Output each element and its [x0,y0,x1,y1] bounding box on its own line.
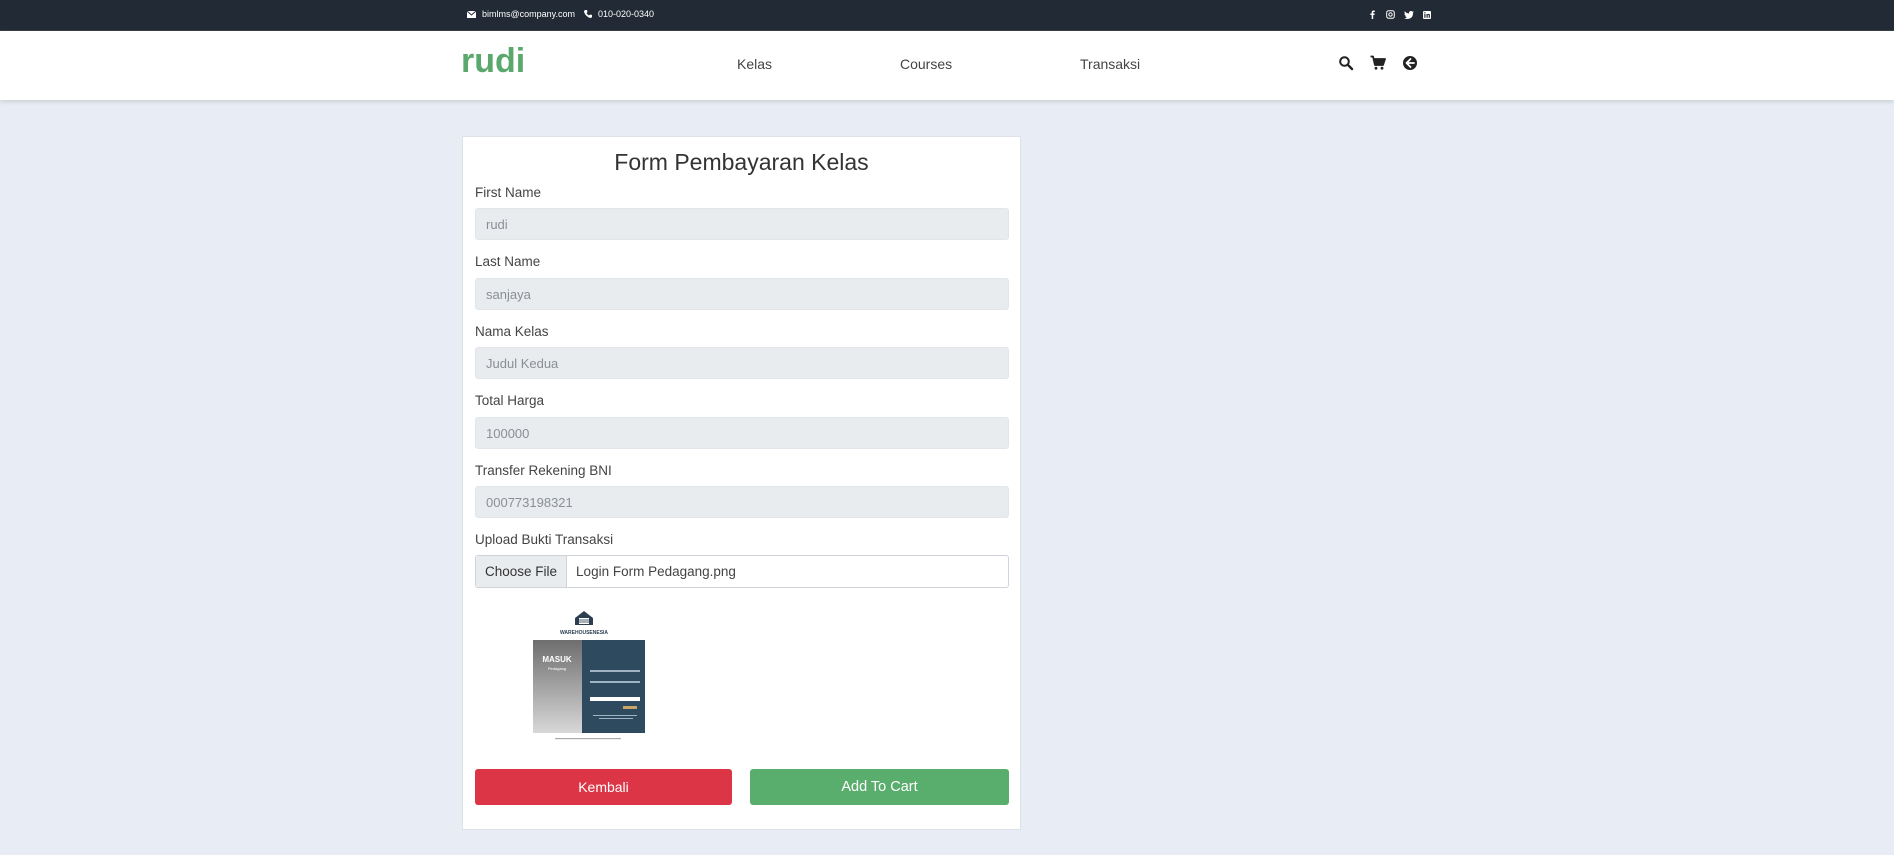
total-harga-label: Total Harga [475,393,545,408]
form-title: Form Pembayaran Kelas [614,149,869,175]
nama-kelas-label: Nama Kelas [475,324,549,339]
kembali-button[interactable]: Kembali [475,769,732,805]
nav-link-courses[interactable]: Courses [900,56,952,72]
last-name-input[interactable]: sanjaya [475,278,1009,310]
first-name-input[interactable]: rudi [475,208,1009,240]
total-harga-input[interactable]: 100000 [475,417,1009,449]
nav-link-kelas[interactable]: Kelas [737,56,772,72]
upload-label: Upload Bukti Transaksi [475,532,614,547]
last-name-label: Last Name [475,254,541,269]
facebook-icon[interactable] [1367,9,1378,20]
upload-preview-image: WAREHOUSENESIA MASUK Pedagang [529,606,649,742]
instagram-icon[interactable] [1385,9,1396,20]
preview-thumbnail: WAREHOUSENESIA MASUK Pedagang [529,606,649,742]
file-name-text: Login Form Pedagang.png [576,564,736,579]
linkedin-icon[interactable] [1421,9,1432,20]
nama-kelas-input[interactable]: Judul Kedua [475,347,1009,379]
choose-file-button[interactable]: Choose File [476,556,568,587]
email-item[interactable]: bimlms@company.com [467,9,575,19]
phone-text: 010-020-0340 [598,9,655,19]
upload-file-input[interactable]: Choose File Login Form Pedagang.png [475,555,1009,588]
search-icon[interactable] [1338,55,1354,71]
payment-form-card: Form Pembayaran Kelas First Name rudi La… [462,136,1021,830]
navbar: rudi Kelas Courses Transaksi [0,31,1894,100]
email-text: bimlms@company.com [482,9,575,19]
brand-logo[interactable]: rudi [461,42,525,81]
preview-subheading: Pedagang [548,666,566,671]
nav-link-transaksi[interactable]: Transaksi [1080,56,1140,72]
rekening-input[interactable]: 000773198321 [475,486,1009,518]
rekening-label: Transfer Rekening BNI [475,463,612,478]
add-to-cart-button[interactable]: Add To Cart [750,769,1009,805]
top-bar: bimlms@company.com 010-020-0340 [0,0,1894,31]
contact-info: bimlms@company.com 010-020-0340 [467,9,663,19]
first-name-label: First Name [475,185,542,200]
twitter-icon[interactable] [1403,9,1414,20]
cart-icon[interactable] [1370,55,1386,71]
back-circle-icon[interactable] [1402,55,1418,71]
phone-icon [584,10,592,18]
envelope-icon [467,10,476,18]
preview-heading: MASUK [542,655,572,664]
preview-brand: WAREHOUSENESIA [560,630,608,636]
phone-item[interactable]: 010-020-0340 [584,9,654,19]
social-links [1367,9,1439,20]
